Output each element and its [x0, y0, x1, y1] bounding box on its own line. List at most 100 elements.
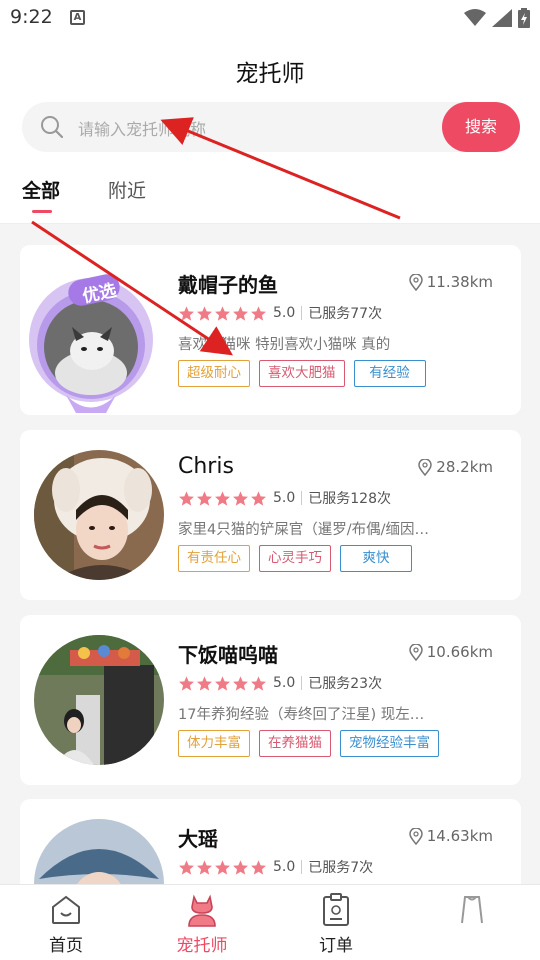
distance-value: 10.66km: [426, 643, 493, 661]
tabbar-label: 首页: [49, 936, 83, 956]
sitter-card[interactable]: 优选 戴帽子的鱼 11.38km 5.0 已服务77次 喜欢小猫咪 特别喜欢小猫…: [20, 245, 521, 415]
avatar: [34, 635, 164, 765]
rating-row: 5.0 已服务128次: [178, 488, 391, 508]
system-icons: [464, 8, 530, 28]
star-icon: [251, 490, 266, 506]
home-icon: [52, 895, 80, 924]
sitter-card[interactable]: 下饭喵呜喵 10.66km 5.0 已服务23次 17年养狗经验（寿终回了汪星)…: [20, 615, 521, 785]
rating-row: 5.0 已服务77次: [178, 303, 382, 323]
star-rating: [178, 859, 267, 876]
rating-row: 5.0 已服务23次: [178, 673, 382, 693]
tabbar-item-sitter[interactable]: 宠托师: [148, 893, 256, 956]
star-icon: [215, 859, 230, 875]
tag: 宠物经验丰富: [340, 730, 439, 757]
rating-value: 5.0: [273, 305, 296, 321]
tag-list: 有责任心 心灵手巧 爽快: [178, 545, 412, 572]
location-pin-icon: [408, 273, 423, 291]
search-bar[interactable]: 请输入宠托师昵称 搜索: [22, 102, 520, 152]
served-count: 已服务128次: [308, 491, 391, 507]
star-icon: [215, 490, 230, 506]
divider: [301, 860, 303, 874]
location-pin-icon: [408, 827, 423, 845]
sitter-name: Chris: [178, 454, 234, 479]
star-icon: [197, 675, 212, 691]
battery-icon: [518, 8, 530, 28]
star-icon: [233, 859, 248, 875]
served-count: 已服务23次: [308, 676, 383, 692]
tag: 有经验: [353, 360, 426, 387]
divider: [301, 491, 303, 505]
status-time: 9:22: [10, 6, 53, 28]
distance: 11.38km: [408, 273, 493, 291]
sitter-name: 戴帽子的鱼: [178, 273, 278, 297]
sitter-name: 大瑶: [178, 827, 218, 851]
sitter-card[interactable]: Chris 28.2km 5.0 已服务128次 家里4只猫的铲屎官（暹罗/布偶…: [20, 430, 521, 600]
star-icon: [215, 675, 230, 691]
profile-icon: [461, 896, 483, 924]
star-rating: [178, 305, 267, 322]
tabbar-label: 宠托师: [176, 936, 228, 956]
status-bar: 9:22 A: [0, 0, 540, 36]
served-count: 已服务7次: [308, 860, 374, 876]
star-icon: [233, 675, 248, 691]
search-input[interactable]: 请输入宠托师昵称: [78, 116, 206, 140]
divider: [301, 306, 303, 320]
tag: 爽快: [340, 545, 412, 572]
star-icon: [179, 675, 194, 691]
served-count: 已服务77次: [308, 306, 383, 322]
star-rating: [178, 490, 267, 507]
sitter-name: 下饭喵呜喵: [178, 643, 278, 667]
star-icon: [197, 305, 212, 321]
sitter-description: 17年养狗经验（寿终回了汪星) 现左…: [178, 707, 425, 723]
distance-value: 14.63km: [426, 827, 493, 845]
bottom-tab-bar: 首页 宠托师 订单: [0, 884, 540, 960]
search-button[interactable]: 搜索: [442, 102, 520, 152]
tag-list: 体力丰富 在养猫猫 宠物经验丰富: [178, 730, 439, 757]
signal-icon: [492, 9, 512, 27]
tab-nearby[interactable]: 附近: [108, 176, 146, 203]
tag: 体力丰富: [178, 730, 250, 757]
star-icon: [215, 305, 230, 321]
tabbar-item-home[interactable]: 首页: [12, 893, 120, 956]
avatar: 优选: [29, 265, 164, 413]
sitter-icon: [188, 894, 216, 927]
notification-icon: A: [70, 10, 85, 25]
tag: 喜欢大肥猫: [259, 360, 345, 387]
tab-all[interactable]: 全部: [22, 176, 60, 203]
star-icon: [179, 859, 194, 875]
avatar: [34, 450, 164, 580]
distance: 28.2km: [418, 458, 493, 476]
tag: 在养猫猫: [259, 730, 331, 757]
active-tab-indicator: [32, 210, 52, 213]
star-icon: [233, 305, 248, 321]
star-rating: [178, 675, 267, 692]
tag: 超级耐心: [178, 360, 250, 387]
sitter-description: 喜欢小猫咪 特别喜欢小猫咪 真的: [178, 337, 391, 353]
star-icon: [251, 859, 266, 875]
order-icon: [323, 893, 349, 926]
star-icon: [233, 490, 248, 506]
tag: 心灵手巧: [259, 545, 331, 572]
location-pin-icon: [408, 643, 423, 661]
star-icon: [251, 305, 266, 321]
distance-value: 28.2km: [436, 458, 493, 476]
tag: 有责任心: [178, 545, 250, 572]
sitter-description: 家里4只猫的铲屎官（暹罗/布偶/缅因…: [178, 522, 429, 538]
star-icon: [197, 490, 212, 506]
rating-value: 5.0: [273, 859, 296, 875]
star-icon: [197, 859, 212, 875]
distance: 14.63km: [408, 827, 493, 845]
star-icon: [179, 490, 194, 506]
tag-list: 超级耐心 喜欢大肥猫 有经验: [178, 360, 426, 387]
distance-value: 11.38km: [426, 273, 493, 291]
page-title: 宠托师: [235, 61, 305, 87]
wifi-icon: [464, 9, 486, 26]
divider: [301, 676, 303, 690]
location-pin-icon: [418, 458, 433, 476]
star-icon: [179, 305, 194, 321]
tabbar-item-profile[interactable]: [418, 893, 526, 931]
rating-row: 5.0 已服务7次: [178, 857, 373, 877]
tabbar-label: 订单: [319, 936, 353, 956]
search-icon: [41, 116, 64, 139]
tabbar-item-orders[interactable]: 订单: [282, 893, 390, 956]
